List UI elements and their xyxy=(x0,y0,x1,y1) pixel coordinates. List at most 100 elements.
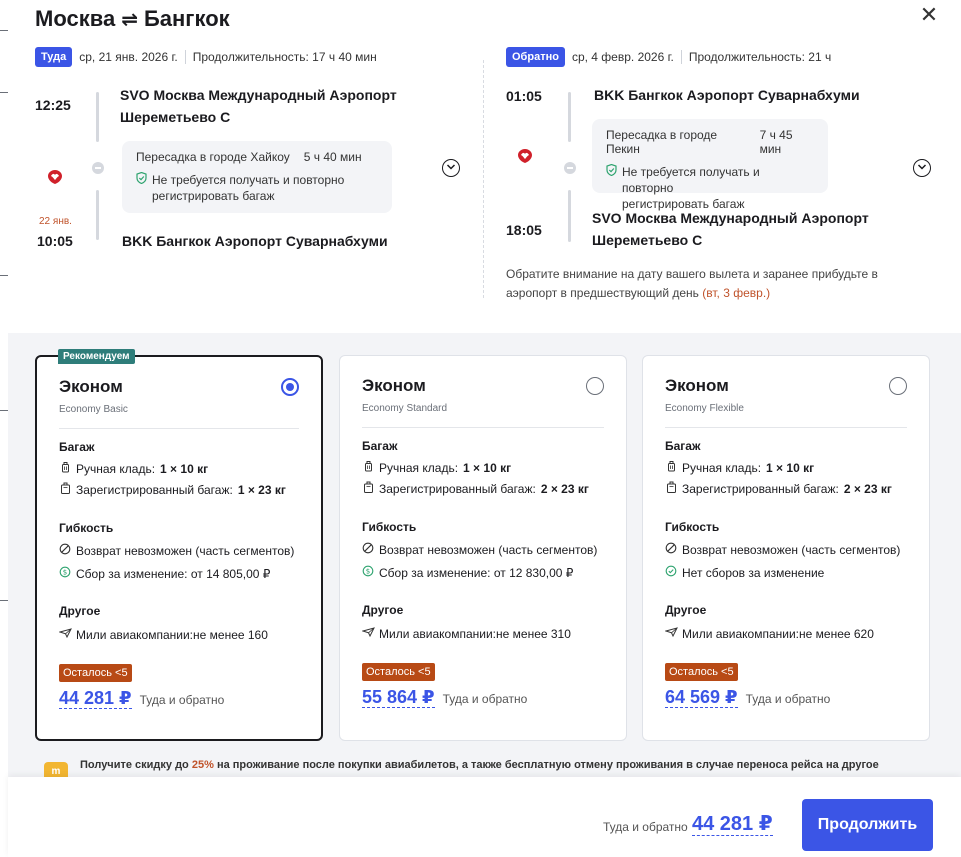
baggage-title: Багаж xyxy=(665,439,701,453)
continue-button[interactable]: Продолжить xyxy=(802,799,933,851)
seats-left-badge: Осталось <5 xyxy=(665,663,738,681)
outbound-arr-date: 22 янв. xyxy=(39,216,72,227)
checked-bag-line: Зарегистрированный багаж: 1 × 23 кг xyxy=(59,482,286,497)
miles-line: Мили авиакомпании:не менее 620 xyxy=(664,626,874,641)
route-title: Москва ⇌ Бангкок xyxy=(35,6,230,32)
miles-line: Мили авиакомпании:не менее 310 xyxy=(361,626,571,641)
transfer-note-line2: регистрировать багаж xyxy=(152,189,275,203)
baggage-title: Багаж xyxy=(362,439,398,453)
transfer-time: 7 ч 45 мин xyxy=(759,128,793,156)
fare-price[interactable]: 64 569 ₽ xyxy=(665,687,738,708)
fare-radio[interactable] xyxy=(889,377,907,395)
fare-price-row: 44 281 ₽ Туда и обратно xyxy=(59,688,224,709)
fare-price[interactable]: 44 281 ₽ xyxy=(59,688,132,709)
miles-icon xyxy=(664,626,678,641)
change-fee-line: $ Сбор за изменение: от 12 830,00 ₽ xyxy=(362,565,573,580)
fare-price[interactable]: 55 864 ₽ xyxy=(362,687,435,708)
shield-check-icon xyxy=(136,171,147,204)
baggage-title: Багаж xyxy=(59,440,95,454)
inbound-expand-chevron-down-icon[interactable] xyxy=(913,159,931,177)
fare-radio[interactable] xyxy=(281,378,299,396)
carry-on-line: Ручная кладь: 1 × 10 кг xyxy=(665,460,814,475)
transfer-time: 5 ч 40 мин xyxy=(303,150,362,164)
outbound-arr-airport: BKK Бангкок Аэропорт Суварнабхуми xyxy=(122,233,388,249)
fare-selection-modal: Москва ⇌ Бангкок ✕ Туда ср, 21 янв. 2026… xyxy=(8,0,961,857)
miles-icon xyxy=(58,627,72,642)
inbound-header: Обратно ср, 4 февр. 2026 г. Продолжитель… xyxy=(506,47,831,67)
checked-bag-icon xyxy=(362,481,374,496)
inbound-dep-time: 01:05 xyxy=(506,88,542,104)
outbound-duration: Продолжительность: 17 ч 40 мин xyxy=(192,50,377,64)
change-fee-icon: $ xyxy=(362,565,374,580)
checked-bag-icon xyxy=(59,482,71,497)
shield-check-icon xyxy=(606,163,617,212)
svg-text:$: $ xyxy=(366,568,370,576)
timeline-line xyxy=(568,92,571,142)
refund-line: Возврат невозможен (часть сегментов) xyxy=(362,542,597,557)
no-refund-icon xyxy=(665,542,677,557)
no-refund-icon xyxy=(362,542,374,557)
footer-price-note: Туда и обратно xyxy=(603,820,688,834)
fare-price-note: Туда и обратно xyxy=(139,693,225,707)
footer-total-price[interactable]: 44 281 ₽ xyxy=(692,813,773,836)
background-page-edge xyxy=(0,0,8,857)
inbound-arr-time: 18:05 xyxy=(506,222,542,238)
miles-icon xyxy=(361,626,375,641)
header-divider xyxy=(184,50,186,64)
outbound-arr-time: 10:05 xyxy=(37,233,73,249)
checked-bag-line: Зарегистрированный багаж: 2 × 23 кг xyxy=(665,481,892,496)
other-title: Другое xyxy=(59,604,101,618)
fare-card-3[interactable]: Эконом Economy Flexible Багаж Ручная кла… xyxy=(642,355,930,741)
outbound-transfer-box: Пересадка в городе Хайкоу 5 ч 40 мин Не … xyxy=(122,141,392,213)
fare-price-row: 55 864 ₽ Туда и обратно xyxy=(362,687,527,708)
inbound-dep-airport: BKK Бангкок Аэропорт Суварнабхуми xyxy=(594,87,860,103)
legs-divider xyxy=(483,60,484,298)
fare-card-2[interactable]: Эконом Economy Standard Багаж Ручная кла… xyxy=(339,355,627,741)
timeline-line xyxy=(96,92,99,142)
outbound-badge: Туда xyxy=(35,47,73,67)
inbound-arr-airport: SVO Москва Международный Аэропорт Шереме… xyxy=(592,210,869,248)
fare-radio[interactable] xyxy=(586,377,604,395)
other-title: Другое xyxy=(665,603,707,617)
miles-line: Мили авиакомпании:не менее 160 xyxy=(58,627,268,642)
outbound-date: ср, 21 янв. 2026 г. xyxy=(79,50,178,64)
other-title: Другое xyxy=(362,603,404,617)
change-fee-line: $ Сбор за изменение: от 14 805,00 ₽ xyxy=(59,566,270,581)
outbound-expand-chevron-down-icon[interactable] xyxy=(442,159,460,177)
refund-line: Возврат невозможен (часть сегментов) xyxy=(59,543,294,558)
fare-divider xyxy=(59,428,299,429)
airline-logo-icon xyxy=(515,147,535,170)
inbound-duration: Продолжительность: 21 ч xyxy=(688,50,832,64)
promo-discount: 25% xyxy=(191,759,214,771)
transfer-city: Пересадка в городе Пекин xyxy=(606,128,718,156)
header-divider xyxy=(680,50,682,64)
timeline-transfer-dot xyxy=(92,162,104,174)
transfer-note-line1: Не требуется получать и повторно xyxy=(622,165,760,195)
fare-price-note: Туда и обратно xyxy=(745,692,831,706)
check-circle-icon xyxy=(665,565,677,580)
carry-on-bag-icon xyxy=(362,460,374,475)
fare-subtitle: Economy Standard xyxy=(362,403,448,414)
carry-on-bag-icon xyxy=(59,461,71,476)
hotel-promo-banner: m Получите скидку до 25% на проживание п… xyxy=(44,757,944,779)
timeline-line xyxy=(96,190,99,240)
route-from: Москва xyxy=(35,6,116,31)
carry-on-bag-icon xyxy=(665,460,677,475)
close-icon[interactable]: ✕ xyxy=(918,4,940,26)
outbound-header: Туда ср, 21 янв. 2026 г. Продолжительнос… xyxy=(35,47,377,67)
carry-on-line: Ручная кладь: 1 × 10 кг xyxy=(362,460,511,475)
refund-line: Возврат невозможен (часть сегментов) xyxy=(665,542,900,557)
recommended-tag: Рекомендуем xyxy=(58,349,135,364)
fare-card-1[interactable]: Рекомендуем Эконом Economy Basic Багаж Р… xyxy=(35,349,323,741)
route-to: Бангкок xyxy=(143,6,230,31)
fare-price-note: Туда и обратно xyxy=(442,692,528,706)
no-refund-icon xyxy=(59,543,71,558)
early-arrival-notice: Обратите внимание на дату вашего вылета … xyxy=(506,267,878,300)
flexibility-title: Гибкость xyxy=(362,520,417,534)
inbound-date: ср, 4 февр. 2026 г. xyxy=(571,50,674,64)
outbound-dep-time: 12:25 xyxy=(35,97,71,113)
flexibility-title: Гибкость xyxy=(59,521,114,535)
fare-name: Эконом xyxy=(665,376,729,395)
carry-on-line: Ручная кладь: 1 × 10 кг xyxy=(59,461,208,476)
outbound-dep-airport: SVO Москва Международный Аэропорт Шереме… xyxy=(120,87,397,125)
